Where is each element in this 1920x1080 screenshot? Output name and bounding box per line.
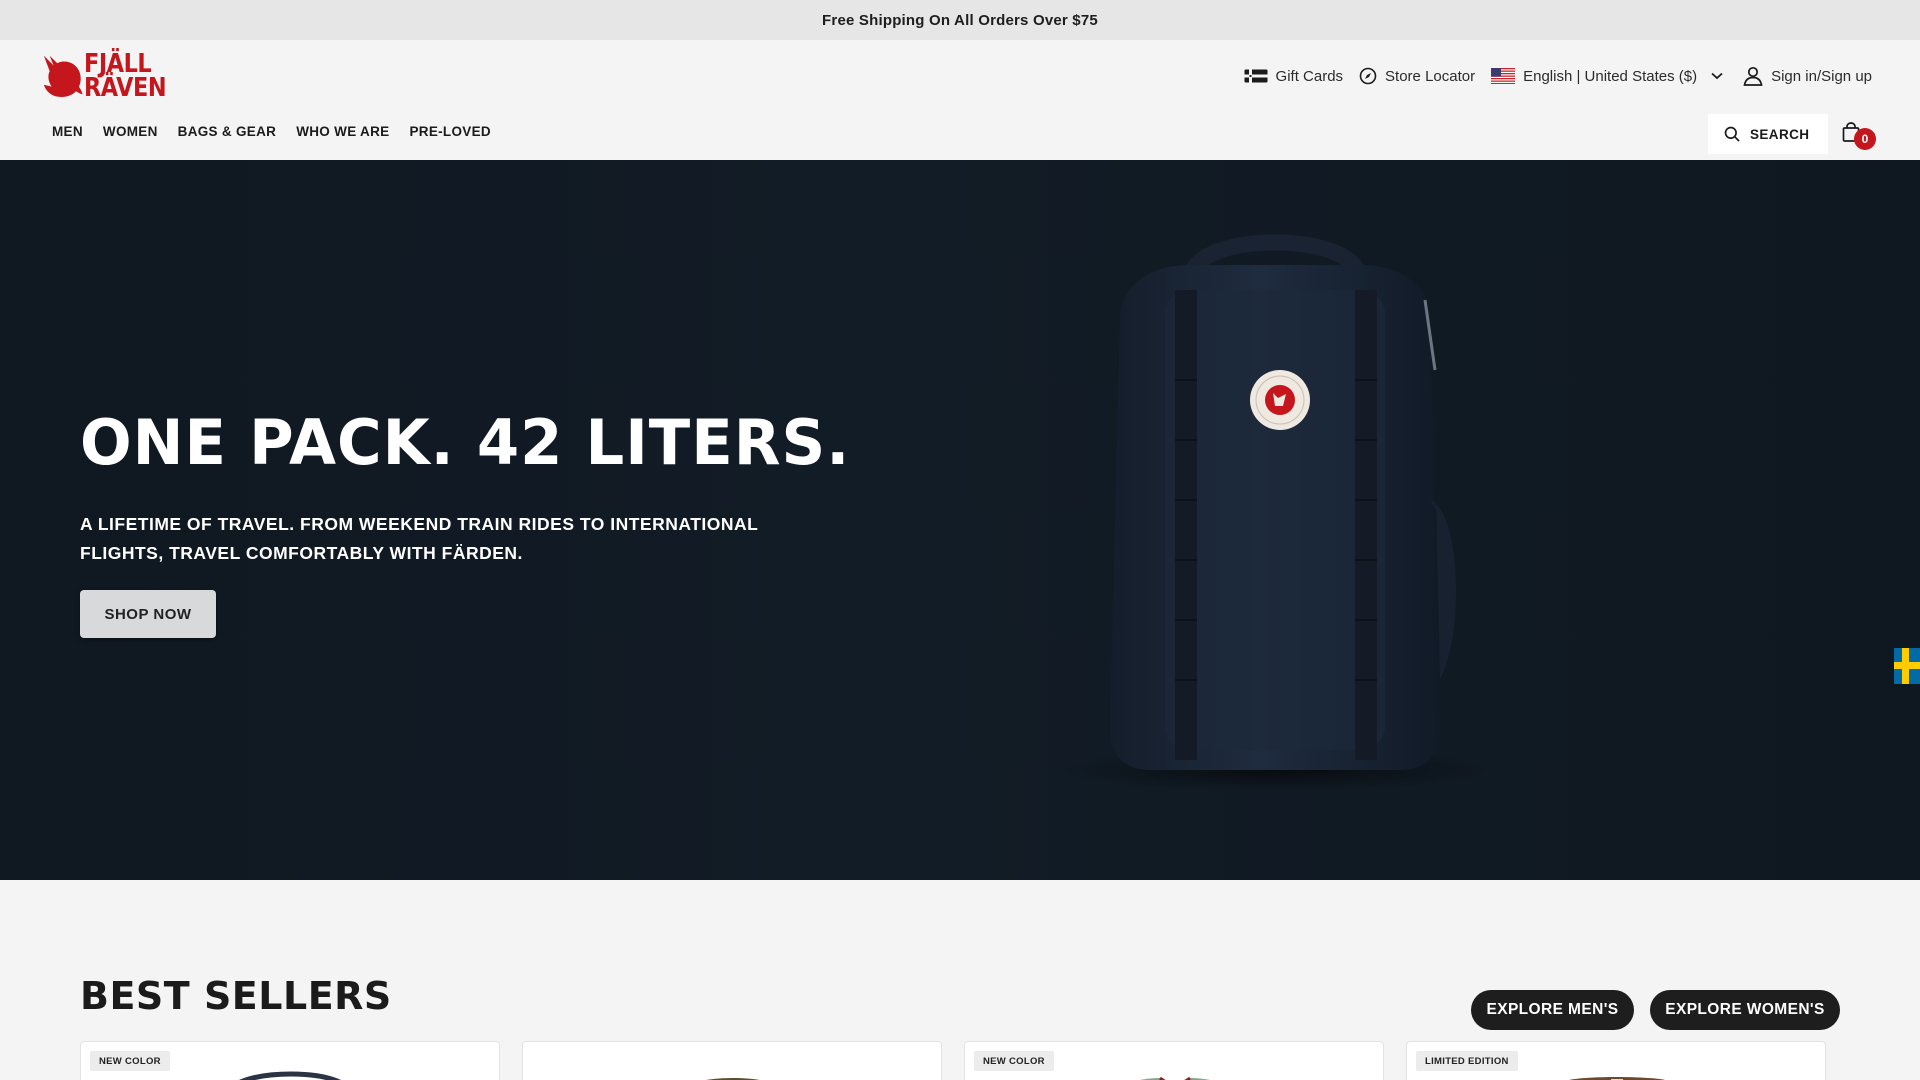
brand-wordmark: FJÄLL RÄVEN — [84, 51, 167, 103]
search-button[interactable]: SEARCH — [1708, 114, 1828, 154]
search-label: SEARCH — [1750, 126, 1810, 142]
site-header: FJÄLL RÄVEN Gift Cards Store Locator Eng… — [0, 40, 1920, 160]
product-image — [1569, 1077, 1665, 1080]
sweden-flag-icon[interactable] — [1894, 648, 1920, 684]
promo-bar: Free Shipping On All Orders Over $75 — [0, 0, 1920, 40]
sign-in-label: Sign in/Sign up — [1771, 67, 1872, 85]
best-sellers-section: BEST SELLERS EXPLORE MEN'S EXPLORE WOMEN… — [0, 880, 1920, 1080]
explore-mens-button[interactable]: EXPLORE MEN'S — [1471, 990, 1634, 1030]
best-sellers-title: BEST SELLERS — [80, 974, 392, 1018]
gift-card-icon — [1244, 69, 1268, 83]
us-flag-icon — [1491, 68, 1516, 84]
product-card[interactable]: NEW COLOR — [964, 1041, 1384, 1080]
product-card[interactable] — [522, 1041, 942, 1080]
hero-title: ONE PACK. 42 LITERS. — [80, 406, 851, 479]
explore-womens-button[interactable]: EXPLORE WOMEN'S — [1650, 990, 1840, 1030]
nav-item-who-we-are[interactable]: WHO WE ARE — [296, 124, 389, 139]
search-icon — [1724, 126, 1740, 142]
product-badge: LIMITED EDITION — [1416, 1051, 1518, 1071]
language-selector[interactable]: English | United States ($) — [1491, 68, 1723, 85]
nav-item-women[interactable]: WOMEN — [103, 124, 158, 139]
nav-item-men[interactable]: MEN — [52, 124, 83, 139]
product-image — [706, 1078, 760, 1080]
cart-button[interactable]: 0 — [1840, 120, 1880, 150]
product-card[interactable]: NEW COLOR — [80, 1041, 500, 1080]
product-card[interactable]: LIMITED EDITION — [1406, 1041, 1826, 1080]
hero-banner: ONE PACK. 42 LITERS. A LIFETIME OF TRAVE… — [0, 160, 1920, 880]
compass-icon — [1359, 67, 1377, 85]
product-image — [239, 1071, 341, 1080]
cart-count-badge: 0 — [1854, 128, 1876, 150]
main-nav: MEN WOMEN BAGS & GEAR WHO WE ARE PRE-LOV… — [52, 124, 491, 139]
utility-nav: Gift Cards Store Locator English | Unite… — [1244, 60, 1872, 92]
shop-now-button[interactable]: SHOP NOW — [80, 590, 216, 638]
nav-item-bags-gear[interactable]: BAGS & GEAR — [178, 124, 277, 139]
user-icon — [1743, 66, 1763, 86]
product-badge: NEW COLOR — [90, 1051, 170, 1071]
sign-in-link[interactable]: Sign in/Sign up — [1743, 66, 1872, 86]
chevron-down-icon — [1711, 72, 1723, 80]
hero-subtitle: A LIFETIME OF TRAVEL. FROM WEEKEND TRAIN… — [80, 514, 759, 563]
store-locator-link[interactable]: Store Locator — [1359, 67, 1475, 85]
store-locator-label: Store Locator — [1385, 67, 1476, 85]
product-image — [1140, 1076, 1210, 1080]
nav-item-pre-loved[interactable]: PRE-LOVED — [409, 124, 490, 139]
backpack-image — [1055, 234, 1495, 790]
promo-text: Free Shipping On All Orders Over $75 — [822, 11, 1098, 29]
fox-logo-icon — [43, 55, 83, 98]
brand-logo[interactable]: FJÄLL RÄVEN — [40, 48, 180, 104]
product-badge: NEW COLOR — [974, 1051, 1054, 1071]
gift-cards-link[interactable]: Gift Cards — [1244, 67, 1344, 85]
gift-cards-label: Gift Cards — [1275, 67, 1344, 85]
language-label: English | United States ($) — [1523, 67, 1698, 85]
brand-line2: RÄVEN — [84, 73, 167, 103]
